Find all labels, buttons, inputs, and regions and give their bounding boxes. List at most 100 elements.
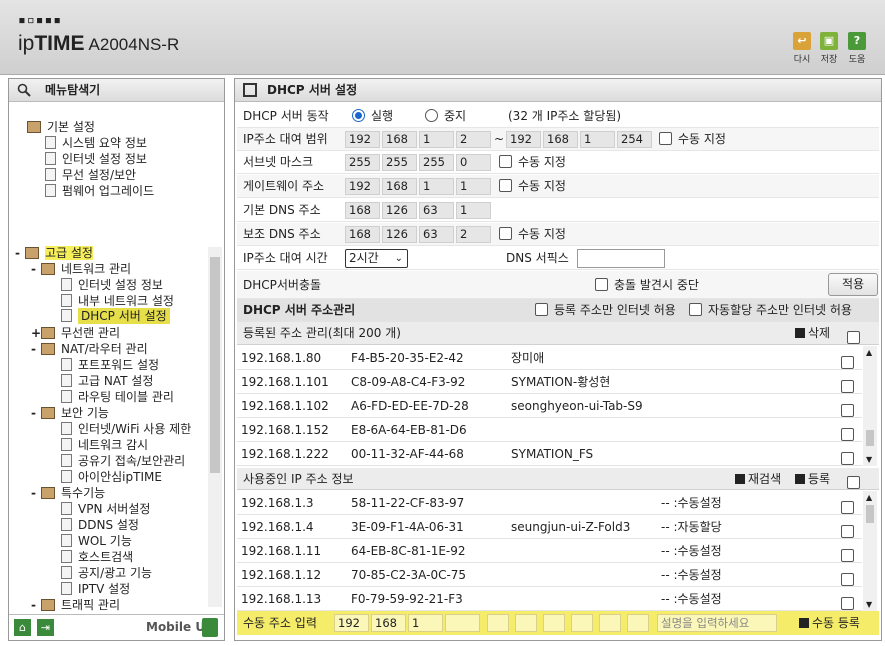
apply-button[interactable]: 적용 xyxy=(828,273,878,296)
registered-only-checkbox[interactable]: 등록 주소만 인터넷 허용 xyxy=(535,299,676,322)
tree-wol[interactable]: WOL 기능 xyxy=(61,534,132,548)
range-end-3[interactable]: 1 xyxy=(580,131,615,148)
subnet-manual-checkbox[interactable]: 수동 지정 xyxy=(499,151,566,174)
subnet-3[interactable]: 255 xyxy=(419,154,454,171)
gateway-manual-checkbox[interactable]: 수동 지정 xyxy=(499,175,566,198)
tree-security[interactable]: - 보안 기능 xyxy=(31,406,109,420)
manual-description-input[interactable]: 설명을 입력하세요 xyxy=(657,614,777,632)
tree-network-watch[interactable]: 네트워크 감시 xyxy=(61,438,148,452)
manual-ip-3[interactable]: 1 xyxy=(408,614,443,632)
tree-access-limit[interactable]: 인터넷/WiFi 사용 제한 xyxy=(61,422,191,436)
tree-network-mgmt[interactable]: - 네트워크 관리 xyxy=(31,262,131,276)
tree-notice[interactable]: 공지/광고 기능 xyxy=(61,566,152,580)
manual-register-button[interactable]: 수동 등록 xyxy=(799,611,860,635)
scroll-down-icon[interactable]: ▼ xyxy=(866,455,872,464)
conflict-row: DHCP서버충돌 충돌 발견시 중단 적용 xyxy=(237,271,879,299)
dns2-manual-checkbox[interactable]: 수동 지정 xyxy=(499,223,566,246)
lease-time-select[interactable]: 2시간 ⌄ xyxy=(345,249,408,268)
dns-suffix-input[interactable] xyxy=(577,249,665,268)
tree-wireless-mgmt[interactable]: + 무선랜 관리 xyxy=(31,326,120,340)
tree-wireless-security[interactable]: 무선 설정/보안 xyxy=(45,168,136,182)
scroll-up-icon[interactable]: ▲ xyxy=(866,348,872,357)
registered-scrollbar[interactable]: ▲ ▼ xyxy=(863,346,877,466)
range-start-1[interactable]: 192 xyxy=(345,131,380,148)
dhcp-off-radio[interactable]: 중지 xyxy=(425,105,466,128)
tree-internet-setup[interactable]: 인터넷 설정 정보 xyxy=(61,278,163,292)
manual-mac-3[interactable] xyxy=(543,614,565,632)
manual-ip-4[interactable] xyxy=(445,614,480,632)
tree-port-forward[interactable]: 포트포워드 설정 xyxy=(61,358,159,372)
dns1-2[interactable]: 126 xyxy=(382,202,417,219)
conflict-stop-checkbox[interactable]: 충돌 발견시 중단 xyxy=(595,271,699,299)
tree-traffic[interactable]: - 트래픽 관리 xyxy=(31,598,120,612)
dns1-3[interactable]: 63 xyxy=(419,202,454,219)
inuse-scrollbar[interactable]: ▲ ▼ xyxy=(863,491,877,611)
save-button[interactable]: ▣ 저장 xyxy=(818,32,840,65)
subnet-1[interactable]: 255 xyxy=(345,154,380,171)
tree-advanced-settings[interactable]: - 고급 설정 xyxy=(15,246,93,260)
logout-button[interactable]: ↩ 다시 xyxy=(791,32,813,65)
home-icon[interactable]: ⌂ xyxy=(14,619,31,636)
range-end-1[interactable]: 192 xyxy=(506,131,541,148)
gateway-2[interactable]: 168 xyxy=(382,178,417,195)
ip-cell: 192.168.1.152 xyxy=(241,423,329,437)
delete-button[interactable]: 삭제 xyxy=(795,322,830,345)
manual-mac-1[interactable] xyxy=(487,614,509,632)
tree-firmware-upgrade[interactable]: 펌웨어 업그레이드 xyxy=(45,184,154,198)
dns2-2[interactable]: 126 xyxy=(382,226,417,243)
range-start-2[interactable]: 168 xyxy=(382,131,417,148)
tree-nat-router[interactable]: - NAT/라우터 관리 xyxy=(31,342,148,356)
table-row: 192.168.1.3 58-11-22-CF-83-97 -- :수동설정 xyxy=(237,491,862,515)
tree-host-search[interactable]: 호스트검색 xyxy=(61,550,133,564)
manual-mac-2[interactable] xyxy=(515,614,537,632)
manual-mac-5[interactable] xyxy=(599,614,621,632)
scroll-down-icon[interactable]: ▼ xyxy=(866,600,872,609)
tree-routing-table[interactable]: 라우팅 테이블 관리 xyxy=(61,390,174,404)
mobile-ui-link[interactable]: Mobile UI xyxy=(146,620,210,634)
menu-explorer-header: 메뉴탐색기 xyxy=(9,79,224,102)
gateway-3[interactable]: 1 xyxy=(419,178,454,195)
manual-mac-6[interactable] xyxy=(627,614,649,632)
range-end-4[interactable]: 254 xyxy=(617,131,652,148)
manual-ip-2[interactable]: 168 xyxy=(371,614,406,632)
tree-advanced-nat[interactable]: 고급 NAT 설정 xyxy=(61,374,153,388)
auto-only-checkbox[interactable]: 자동할당 주소만 인터넷 허용 xyxy=(689,299,852,322)
range-end-2[interactable]: 168 xyxy=(543,131,578,148)
dns1-1[interactable]: 168 xyxy=(345,202,380,219)
range-manual-checkbox[interactable]: 수동 지정 xyxy=(659,128,726,151)
tree-iptv[interactable]: IPTV 설정 xyxy=(61,582,130,596)
logout-icon[interactable]: ⇥ xyxy=(37,619,54,636)
mobile-icon[interactable] xyxy=(202,618,218,637)
tree-lan-setup[interactable]: 내부 네트워크 설정 xyxy=(61,294,174,308)
range-start-3[interactable]: 1 xyxy=(419,131,454,148)
subnet-4[interactable]: 0 xyxy=(456,154,491,171)
tree-ddns[interactable]: DDNS 설정 xyxy=(61,518,139,532)
tree-dhcp-setup[interactable]: DHCP 서버 설정 xyxy=(61,308,170,324)
scroll-up-icon[interactable]: ▲ xyxy=(866,493,872,502)
tree-system-summary[interactable]: 시스템 요약 정보 xyxy=(45,136,147,150)
mac-cell: 70-85-C2-3A-0C-75 xyxy=(351,568,467,582)
tree-internet-info[interactable]: 인터넷 설정 정보 xyxy=(45,152,147,166)
dns1-4[interactable]: 1 xyxy=(456,202,491,219)
tree-kid-safe[interactable]: 아이안심ipTIME xyxy=(61,470,162,484)
dhcp-on-radio[interactable]: 실행 xyxy=(352,105,393,128)
dns2-3[interactable]: 63 xyxy=(419,226,454,243)
manual-mac-4[interactable] xyxy=(571,614,593,632)
gateway-4[interactable]: 1 xyxy=(456,178,491,195)
sidebar-scrollbar[interactable] xyxy=(208,247,222,607)
tree-special[interactable]: - 특수기능 xyxy=(31,486,105,500)
register-button[interactable]: 등록 xyxy=(795,468,830,490)
dns2-4[interactable]: 2 xyxy=(456,226,491,243)
gateway-1[interactable]: 192 xyxy=(345,178,380,195)
subnet-2[interactable]: 255 xyxy=(382,154,417,171)
tree-vpn[interactable]: VPN 서버설정 xyxy=(61,502,150,516)
table-row: 192.168.1.101 C8-09-A8-C4-F3-92 SYMATION-황… xyxy=(237,370,862,394)
range-start-4[interactable]: 2 xyxy=(456,131,491,148)
rescan-button[interactable]: 재검색 xyxy=(735,468,781,490)
manual-ip-1[interactable]: 192 xyxy=(334,614,369,632)
dns2-1[interactable]: 168 xyxy=(345,226,380,243)
tree-access-security[interactable]: 공유기 접속/보안관리 xyxy=(61,454,185,468)
tree-basic-settings[interactable]: 기본 설정 xyxy=(27,120,95,134)
help-button[interactable]: ? 도움 xyxy=(846,32,868,65)
logout-icon: ↩ xyxy=(793,32,811,50)
